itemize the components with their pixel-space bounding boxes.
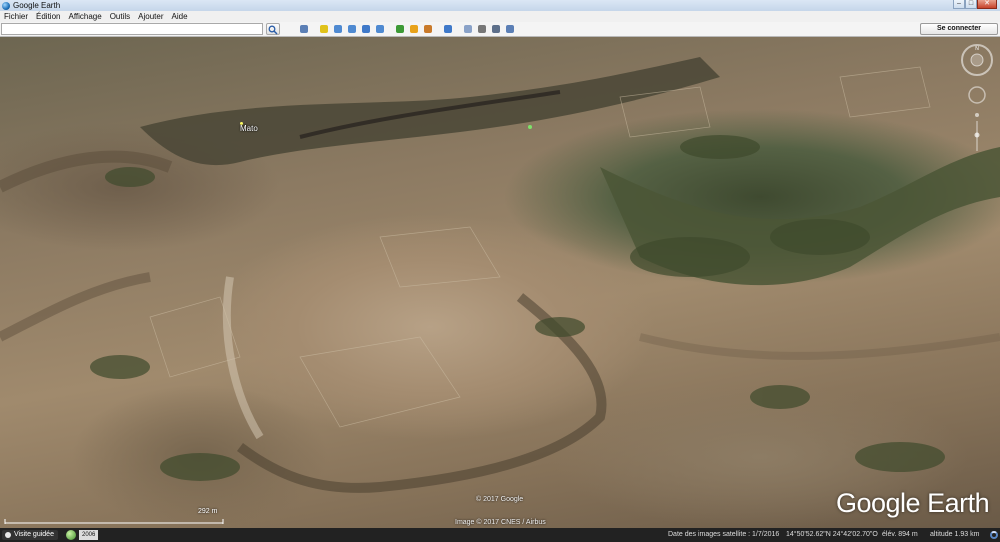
placemark-icon xyxy=(320,25,328,33)
copyright-image: Image © 2017 CNES / Airbus xyxy=(455,519,546,526)
window-controls: – □ ✕ xyxy=(953,0,997,10)
coordinates: 14°50'52.62"N 24°42'02.70"O xyxy=(786,531,878,538)
status-bar: Visite guidée 2006 Date des images satel… xyxy=(0,528,1000,542)
menu-affichage[interactable]: Affichage xyxy=(64,11,105,22)
navigation-controls[interactable]: N xyxy=(960,43,994,153)
sidebar-toggle-icon xyxy=(300,25,308,33)
path-icon xyxy=(348,25,356,33)
view-in-maps-button[interactable] xyxy=(504,23,516,35)
altitude: altitude 1.93 km xyxy=(930,531,980,538)
sun-button[interactable] xyxy=(408,23,420,35)
elevation: élév. 894 m xyxy=(882,531,918,538)
menu-edition[interactable]: Édition xyxy=(32,11,64,22)
menu-outils[interactable]: Outils xyxy=(106,11,134,22)
historical-imagery-button[interactable] xyxy=(394,23,406,35)
search-input[interactable] xyxy=(1,23,263,35)
window-title: Google Earth xyxy=(13,1,61,10)
menu-fichier[interactable]: Fichier xyxy=(0,11,32,22)
maximize-button[interactable]: □ xyxy=(965,0,977,9)
planets-button[interactable] xyxy=(422,23,434,35)
title-bar: Google Earth – □ ✕ xyxy=(0,0,1000,11)
historical-imagery-icon xyxy=(396,25,404,33)
imagery-date: Date des images satellite : 1/7/2016 xyxy=(668,531,780,538)
imagery-year[interactable]: 2006 xyxy=(79,530,99,540)
ruler-icon xyxy=(444,25,452,33)
place-label[interactable]: Mato xyxy=(240,124,258,133)
scale-label: 292 m xyxy=(198,508,218,515)
magnifier-icon xyxy=(268,25,278,35)
save-image-button[interactable] xyxy=(490,23,502,35)
menu-aide[interactable]: Aide xyxy=(168,11,192,22)
menu-bar: Fichier Édition Affichage Outils Ajouter… xyxy=(0,11,1000,22)
sidebar-toggle-button[interactable] xyxy=(298,23,310,35)
google-earth-app-icon xyxy=(2,1,10,10)
map-view[interactable]: Mato N © 2017 Google Image © 2017 CNES /… xyxy=(0,37,1000,528)
sun-icon xyxy=(410,25,418,33)
path-button[interactable] xyxy=(346,23,358,35)
streaming-indicator-icon xyxy=(990,531,998,539)
historical-imagery-status-icon[interactable] xyxy=(66,530,76,540)
toolbar: Se connecter xyxy=(0,22,1000,37)
toolbar-buttons xyxy=(298,23,516,35)
google-earth-logo: Google Earth xyxy=(836,488,990,518)
svg-text:N: N xyxy=(975,46,979,52)
search-button[interactable] xyxy=(266,23,280,35)
image-overlay-button[interactable] xyxy=(360,23,372,35)
placemark-button[interactable] xyxy=(318,23,330,35)
sign-in-button[interactable]: Se connecter xyxy=(920,23,998,35)
scale-bar xyxy=(4,519,224,524)
minimize-button[interactable]: – xyxy=(953,0,965,9)
planets-icon xyxy=(424,25,432,33)
ruler-button[interactable] xyxy=(442,23,454,35)
polygon-button[interactable] xyxy=(332,23,344,35)
menu-ajouter[interactable]: Ajouter xyxy=(134,11,167,22)
close-button[interactable]: ✕ xyxy=(977,0,997,9)
polygon-icon xyxy=(334,25,342,33)
save-image-icon xyxy=(492,25,500,33)
image-overlay-icon xyxy=(362,25,370,33)
view-in-maps-icon xyxy=(506,25,514,33)
print-icon xyxy=(478,25,486,33)
email-button[interactable] xyxy=(462,23,474,35)
terrain-imagery xyxy=(0,57,1000,493)
email-icon xyxy=(464,25,472,33)
copyright-google: © 2017 Google xyxy=(476,496,524,503)
print-button[interactable] xyxy=(476,23,488,35)
guided-tour-button[interactable]: Visite guidée xyxy=(2,530,58,540)
record-tour-icon xyxy=(376,25,384,33)
record-tour-button[interactable] xyxy=(374,23,386,35)
